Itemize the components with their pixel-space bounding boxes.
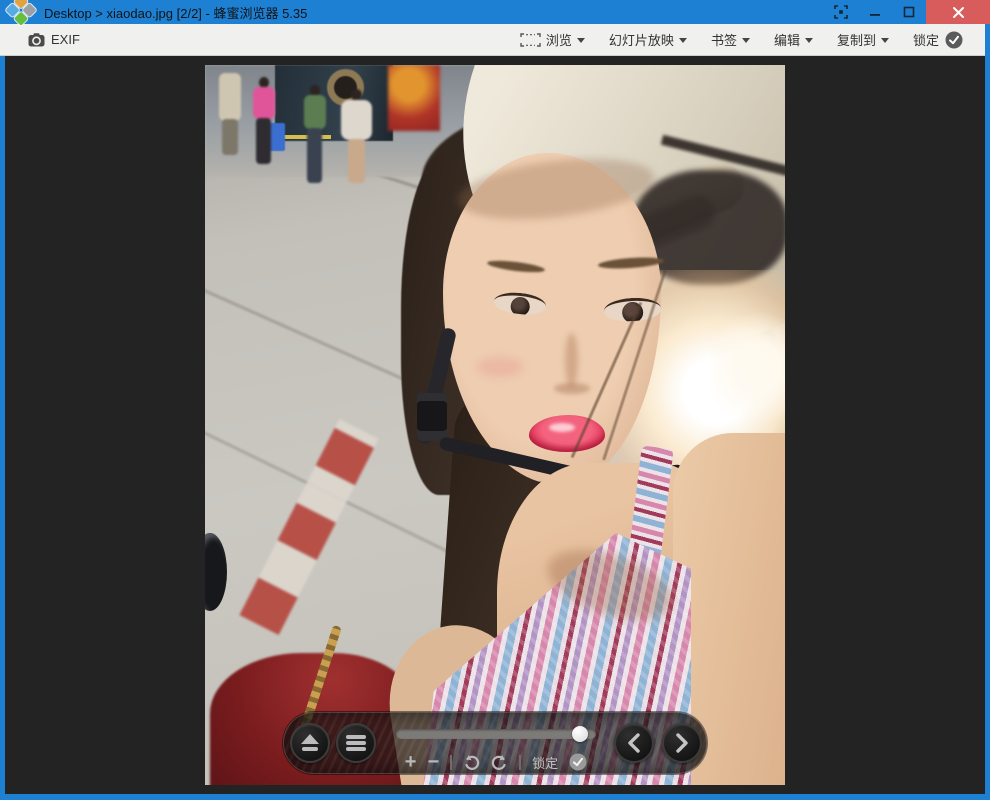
zoom-out-button[interactable]: − (427, 752, 439, 772)
chevron-down-icon (742, 38, 750, 43)
slider-thumb[interactable] (572, 726, 588, 742)
chevron-down-icon (881, 38, 889, 43)
fit-screen-icon (520, 33, 541, 47)
chin-strap-buckle (417, 393, 447, 441)
check-circle-icon (945, 31, 963, 49)
chevron-right-icon (674, 733, 690, 753)
maximize-button[interactable] (892, 0, 926, 24)
minimize-icon (869, 6, 881, 18)
cheek-blush (477, 357, 523, 377)
close-button[interactable] (926, 0, 990, 24)
divider (519, 755, 521, 770)
menu-browse[interactable]: 浏览 (512, 26, 593, 53)
viewer-area: + − 锁定 (5, 56, 985, 794)
next-image-button[interactable] (662, 723, 702, 763)
divider (450, 755, 452, 770)
red-lantern-banner (388, 65, 440, 131)
minimize-button[interactable] (858, 0, 892, 24)
chevron-down-icon (679, 38, 687, 43)
maximize-icon (903, 6, 915, 18)
osd-lock-toggle[interactable] (569, 753, 587, 771)
headlight-glare-small (710, 303, 785, 433)
nose-shadow (565, 333, 578, 387)
close-icon (952, 6, 965, 19)
menu-bookmarks[interactable]: 书签 (703, 26, 758, 53)
titlebar[interactable]: Desktop > xiaodao.jpg [2/2] - 蜂蜜浏览器 5.35 (0, 0, 990, 24)
lip-highlight (549, 423, 575, 432)
window-title: Desktop > xiaodao.jpg [2/2] - 蜂蜜浏览器 5.35 (44, 3, 307, 22)
toolbar: EXIF 浏览 幻灯片放映 书签 编辑 (0, 24, 985, 56)
app-window: Desktop > xiaodao.jpg [2/2] - 蜂蜜浏览器 5.35 (0, 0, 990, 800)
zoom-in-button[interactable]: + (405, 752, 417, 772)
rotate-left-button[interactable] (463, 754, 480, 770)
menu-label: 浏览 (546, 30, 572, 49)
pedestrian-beige (213, 65, 245, 160)
rotate-right-icon (491, 754, 508, 770)
exif-button[interactable]: EXIF (22, 29, 86, 50)
eject-button[interactable] (290, 723, 330, 763)
lock-label: 锁定 (913, 30, 939, 49)
photo-canvas[interactable] (205, 65, 785, 785)
menu-label: 幻灯片放映 (609, 30, 674, 49)
lips (529, 415, 605, 452)
osd-toolbar: + − 锁定 (283, 712, 707, 774)
osd-lock-label: 锁定 (532, 753, 558, 772)
exif-label: EXIF (51, 32, 80, 47)
pedestrian-pink (249, 77, 279, 165)
fullscreen-icon (834, 5, 848, 19)
toolbar-menus: 浏览 幻灯片放映 书签 编辑 复制到 锁定 (504, 26, 967, 53)
chevron-down-icon (805, 38, 813, 43)
menu-edit[interactable]: 编辑 (766, 26, 821, 53)
hamburger-menu-icon (345, 734, 367, 752)
pedestrian-white-jacket (338, 89, 376, 189)
menu-slideshow[interactable]: 幻灯片放映 (601, 26, 695, 53)
eject-icon (299, 733, 321, 753)
osd-secondary-controls: + − 锁定 (384, 751, 608, 773)
nose-tip-shade (554, 383, 590, 394)
menu-label: 编辑 (774, 30, 800, 49)
menu-label: 复制到 (837, 30, 876, 49)
previous-image-button[interactable] (614, 723, 654, 763)
camera-icon (28, 33, 45, 47)
check-circle-icon (569, 753, 587, 771)
menu-copy-to[interactable]: 复制到 (829, 26, 897, 53)
chevron-left-icon (626, 733, 642, 753)
menu-label: 书签 (711, 30, 737, 49)
fullscreen-button[interactable] (824, 0, 858, 24)
lock-toggle[interactable]: 锁定 (905, 26, 967, 53)
rotate-left-icon (463, 754, 480, 770)
zoom-slider[interactable] (396, 729, 596, 739)
osd-menu-button[interactable] (336, 723, 376, 763)
rotate-right-button[interactable] (491, 754, 508, 770)
window-controls (824, 0, 990, 24)
chevron-down-icon (577, 38, 585, 43)
pedestrian-green (299, 85, 331, 185)
